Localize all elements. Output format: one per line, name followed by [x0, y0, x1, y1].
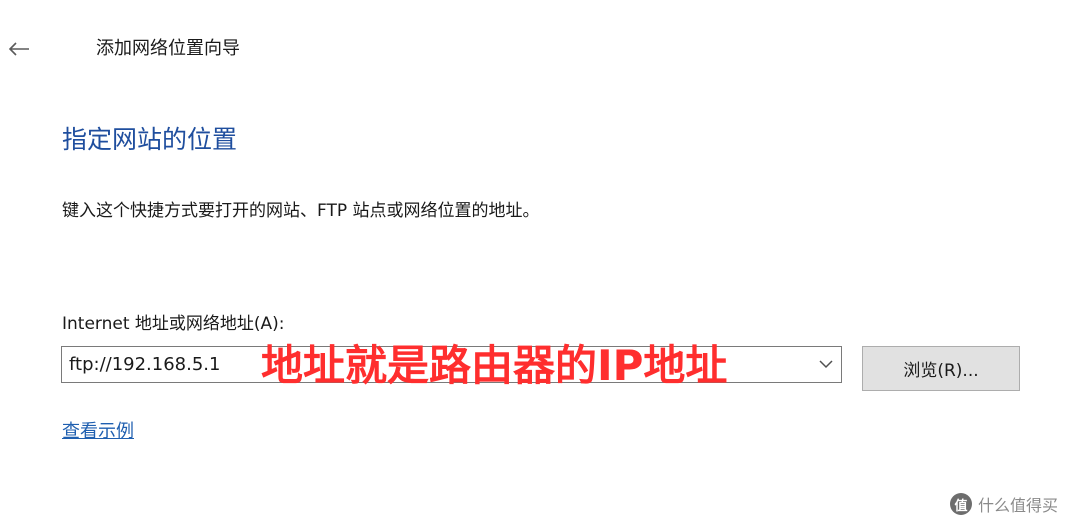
- close-icon: [1048, 0, 1068, 7]
- watermark-text: 什么值得买: [978, 496, 1059, 515]
- watermark: 值 什么值得买: [950, 491, 1058, 517]
- instruction-text: 键入这个快捷方式要打开的网站、FTP 站点或网络位置的地址。: [62, 201, 540, 221]
- back-button[interactable]: [4, 34, 34, 64]
- window-title: 添加网络位置向导: [96, 38, 240, 59]
- chevron-down-icon: [819, 360, 833, 369]
- arrow-left-icon: [8, 42, 29, 56]
- view-example-link[interactable]: 查看示例: [62, 419, 134, 445]
- red-annotation-text: 地址就是路由器的IP地址: [261, 341, 728, 390]
- browse-button[interactable]: 浏览(R)...: [862, 346, 1020, 391]
- address-field-label: Internet 地址或网络地址(A):: [62, 314, 285, 334]
- watermark-logo-icon: 值: [950, 493, 972, 515]
- dropdown-button[interactable]: [811, 347, 841, 382]
- page-heading: 指定网站的位置: [62, 125, 238, 154]
- close-button[interactable]: [1048, 0, 1068, 6]
